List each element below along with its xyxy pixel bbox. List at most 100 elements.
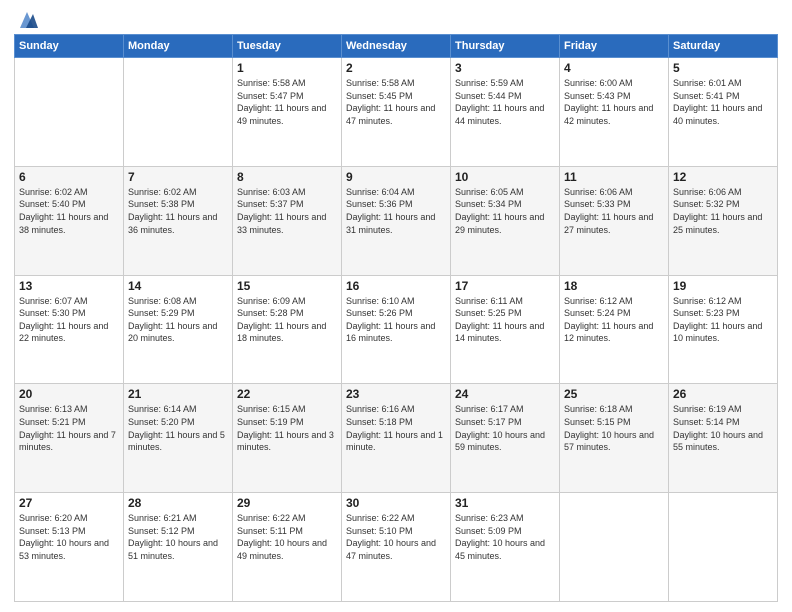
calendar-cell: 10 Sunrise: 6:05 AM Sunset: 5:34 PM Dayli… bbox=[451, 166, 560, 275]
day-info: Sunrise: 5:58 AM Sunset: 5:45 PM Dayligh… bbox=[346, 77, 446, 127]
day-info: Sunrise: 6:14 AM Sunset: 5:20 PM Dayligh… bbox=[128, 403, 228, 453]
day-info: Sunrise: 6:02 AM Sunset: 5:40 PM Dayligh… bbox=[19, 186, 119, 236]
day-number: 11 bbox=[564, 170, 664, 184]
calendar-cell: 20 Sunrise: 6:13 AM Sunset: 5:21 PM Dayli… bbox=[15, 384, 124, 493]
day-info: Sunrise: 6:07 AM Sunset: 5:30 PM Dayligh… bbox=[19, 295, 119, 345]
calendar-cell: 23 Sunrise: 6:16 AM Sunset: 5:18 PM Dayli… bbox=[342, 384, 451, 493]
day-number: 2 bbox=[346, 61, 446, 75]
day-number: 12 bbox=[673, 170, 773, 184]
calendar-cell: 19 Sunrise: 6:12 AM Sunset: 5:23 PM Dayli… bbox=[669, 275, 778, 384]
calendar-cell: 8 Sunrise: 6:03 AM Sunset: 5:37 PM Daylig… bbox=[233, 166, 342, 275]
header-tuesday: Tuesday bbox=[233, 35, 342, 58]
day-number: 3 bbox=[455, 61, 555, 75]
day-number: 25 bbox=[564, 387, 664, 401]
day-number: 15 bbox=[237, 279, 337, 293]
calendar-cell bbox=[560, 493, 669, 602]
calendar-cell: 15 Sunrise: 6:09 AM Sunset: 5:28 PM Dayli… bbox=[233, 275, 342, 384]
header-thursday: Thursday bbox=[451, 35, 560, 58]
day-number: 16 bbox=[346, 279, 446, 293]
calendar-cell: 27Sunrise: 6:20 AM Sunset: 5:13 PM Dayli… bbox=[15, 493, 124, 602]
calendar-week-row: 20 Sunrise: 6:13 AM Sunset: 5:21 PM Dayli… bbox=[15, 384, 778, 493]
day-number: 14 bbox=[128, 279, 228, 293]
calendar-cell: 6 Sunrise: 6:02 AM Sunset: 5:40 PM Daylig… bbox=[15, 166, 124, 275]
calendar-week-row: 6 Sunrise: 6:02 AM Sunset: 5:40 PM Daylig… bbox=[15, 166, 778, 275]
day-number: 29 bbox=[237, 496, 337, 510]
day-info: Sunrise: 6:02 AM Sunset: 5:38 PM Dayligh… bbox=[128, 186, 228, 236]
header-monday: Monday bbox=[124, 35, 233, 58]
calendar-cell: 22 Sunrise: 6:15 AM Sunset: 5:19 PM Dayli… bbox=[233, 384, 342, 493]
header-saturday: Saturday bbox=[669, 35, 778, 58]
day-info: Sunrise: 6:10 AM Sunset: 5:26 PM Dayligh… bbox=[346, 295, 446, 345]
day-info: Sunrise: 6:05 AM Sunset: 5:34 PM Dayligh… bbox=[455, 186, 555, 236]
calendar-cell: 31 Sunrise: 6:23 AM Sunset: 5:09 PM Dayli… bbox=[451, 493, 560, 602]
calendar-header-row: Sunday Monday Tuesday Wednesday Thursday… bbox=[15, 35, 778, 58]
calendar-week-row: 27Sunrise: 6:20 AM Sunset: 5:13 PM Dayli… bbox=[15, 493, 778, 602]
day-info: Sunrise: 6:12 AM Sunset: 5:24 PM Dayligh… bbox=[564, 295, 664, 345]
day-info: Sunrise: 6:22 AM Sunset: 5:11 PM Dayligh… bbox=[237, 512, 337, 562]
calendar-cell: 28Sunrise: 6:21 AM Sunset: 5:12 PM Dayli… bbox=[124, 493, 233, 602]
calendar-cell: 13 Sunrise: 6:07 AM Sunset: 5:30 PM Dayli… bbox=[15, 275, 124, 384]
day-info: Sunrise: 6:18 AM Sunset: 5:15 PM Dayligh… bbox=[564, 403, 664, 453]
day-info: Sunrise: 6:16 AM Sunset: 5:18 PM Dayligh… bbox=[346, 403, 446, 453]
calendar-cell: 2 Sunrise: 5:58 AM Sunset: 5:45 PM Daylig… bbox=[342, 58, 451, 167]
calendar-cell: 3Sunrise: 5:59 AM Sunset: 5:44 PM Daylig… bbox=[451, 58, 560, 167]
calendar-week-row: 13 Sunrise: 6:07 AM Sunset: 5:30 PM Dayli… bbox=[15, 275, 778, 384]
day-info: Sunrise: 6:06 AM Sunset: 5:32 PM Dayligh… bbox=[673, 186, 773, 236]
day-info: Sunrise: 6:04 AM Sunset: 5:36 PM Dayligh… bbox=[346, 186, 446, 236]
day-number: 9 bbox=[346, 170, 446, 184]
day-number: 21 bbox=[128, 387, 228, 401]
calendar-cell: 16 Sunrise: 6:10 AM Sunset: 5:26 PM Dayli… bbox=[342, 275, 451, 384]
day-info: Sunrise: 6:12 AM Sunset: 5:23 PM Dayligh… bbox=[673, 295, 773, 345]
calendar-cell bbox=[669, 493, 778, 602]
day-number: 18 bbox=[564, 279, 664, 293]
day-number: 27 bbox=[19, 496, 119, 510]
day-info: Sunrise: 6:17 AM Sunset: 5:17 PM Dayligh… bbox=[455, 403, 555, 453]
calendar-cell: 14 Sunrise: 6:08 AM Sunset: 5:29 PM Dayli… bbox=[124, 275, 233, 384]
calendar-cell: 4 Sunrise: 6:00 AM Sunset: 5:43 PM Daylig… bbox=[560, 58, 669, 167]
day-info: Sunrise: 6:22 AM Sunset: 5:10 PM Dayligh… bbox=[346, 512, 446, 562]
calendar-cell bbox=[15, 58, 124, 167]
day-info: Sunrise: 6:23 AM Sunset: 5:09 PM Dayligh… bbox=[455, 512, 555, 562]
day-number: 1 bbox=[237, 61, 337, 75]
day-number: 20 bbox=[19, 387, 119, 401]
day-number: 10 bbox=[455, 170, 555, 184]
day-number: 26 bbox=[673, 387, 773, 401]
day-number: 24 bbox=[455, 387, 555, 401]
calendar-cell: 5Sunrise: 6:01 AM Sunset: 5:41 PM Daylig… bbox=[669, 58, 778, 167]
day-info: Sunrise: 6:19 AM Sunset: 5:14 PM Dayligh… bbox=[673, 403, 773, 453]
day-info: Sunrise: 6:00 AM Sunset: 5:43 PM Dayligh… bbox=[564, 77, 664, 127]
day-number: 13 bbox=[19, 279, 119, 293]
calendar-cell: 25 Sunrise: 6:18 AM Sunset: 5:15 PM Dayli… bbox=[560, 384, 669, 493]
day-info: Sunrise: 6:13 AM Sunset: 5:21 PM Dayligh… bbox=[19, 403, 119, 453]
day-number: 22 bbox=[237, 387, 337, 401]
day-number: 4 bbox=[564, 61, 664, 75]
calendar-cell bbox=[124, 58, 233, 167]
day-info: Sunrise: 6:09 AM Sunset: 5:28 PM Dayligh… bbox=[237, 295, 337, 345]
calendar-cell: 12 Sunrise: 6:06 AM Sunset: 5:32 PM Dayli… bbox=[669, 166, 778, 275]
day-number: 17 bbox=[455, 279, 555, 293]
day-info: Sunrise: 6:08 AM Sunset: 5:29 PM Dayligh… bbox=[128, 295, 228, 345]
header-friday: Friday bbox=[560, 35, 669, 58]
day-number: 31 bbox=[455, 496, 555, 510]
calendar-cell: 30 Sunrise: 6:22 AM Sunset: 5:10 PM Dayli… bbox=[342, 493, 451, 602]
logo bbox=[14, 10, 40, 26]
day-number: 8 bbox=[237, 170, 337, 184]
calendar-cell: 21 Sunrise: 6:14 AM Sunset: 5:20 PM Dayli… bbox=[124, 384, 233, 493]
day-number: 30 bbox=[346, 496, 446, 510]
day-number: 23 bbox=[346, 387, 446, 401]
day-info: Sunrise: 5:58 AM Sunset: 5:47 PM Dayligh… bbox=[237, 77, 337, 127]
day-number: 6 bbox=[19, 170, 119, 184]
calendar-cell: 9 Sunrise: 6:04 AM Sunset: 5:36 PM Daylig… bbox=[342, 166, 451, 275]
logo-icon bbox=[16, 10, 38, 30]
day-number: 19 bbox=[673, 279, 773, 293]
calendar-cell: 29 Sunrise: 6:22 AM Sunset: 5:11 PM Dayli… bbox=[233, 493, 342, 602]
calendar-cell: 26 Sunrise: 6:19 AM Sunset: 5:14 PM Dayli… bbox=[669, 384, 778, 493]
calendar-cell: 7Sunrise: 6:02 AM Sunset: 5:38 PM Daylig… bbox=[124, 166, 233, 275]
day-info: Sunrise: 6:01 AM Sunset: 5:41 PM Dayligh… bbox=[673, 77, 773, 127]
day-info: Sunrise: 6:15 AM Sunset: 5:19 PM Dayligh… bbox=[237, 403, 337, 453]
day-number: 28 bbox=[128, 496, 228, 510]
header-sunday: Sunday bbox=[15, 35, 124, 58]
day-info: Sunrise: 6:03 AM Sunset: 5:37 PM Dayligh… bbox=[237, 186, 337, 236]
day-info: Sunrise: 6:06 AM Sunset: 5:33 PM Dayligh… bbox=[564, 186, 664, 236]
header bbox=[14, 10, 778, 26]
